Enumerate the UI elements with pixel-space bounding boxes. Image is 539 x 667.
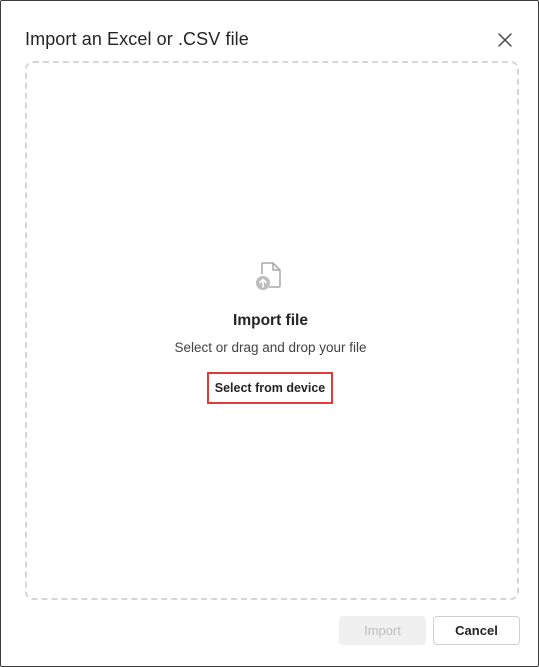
- import-button[interactable]: Import: [339, 616, 426, 645]
- cancel-button[interactable]: Cancel: [433, 616, 520, 645]
- dialog-title: Import an Excel or .CSV file: [25, 29, 249, 49]
- file-dropzone[interactable]: [25, 61, 519, 600]
- dropzone-title: Import file: [233, 312, 308, 329]
- close-button[interactable]: [493, 28, 517, 52]
- import-dialog: Import an Excel or .CSV file Import file…: [0, 0, 539, 667]
- select-from-device-button[interactable]: Select from device: [207, 372, 333, 404]
- file-upload-icon: [256, 262, 281, 290]
- close-icon: [498, 33, 512, 47]
- dropzone-subtitle: Select or drag and drop your file: [174, 340, 367, 355]
